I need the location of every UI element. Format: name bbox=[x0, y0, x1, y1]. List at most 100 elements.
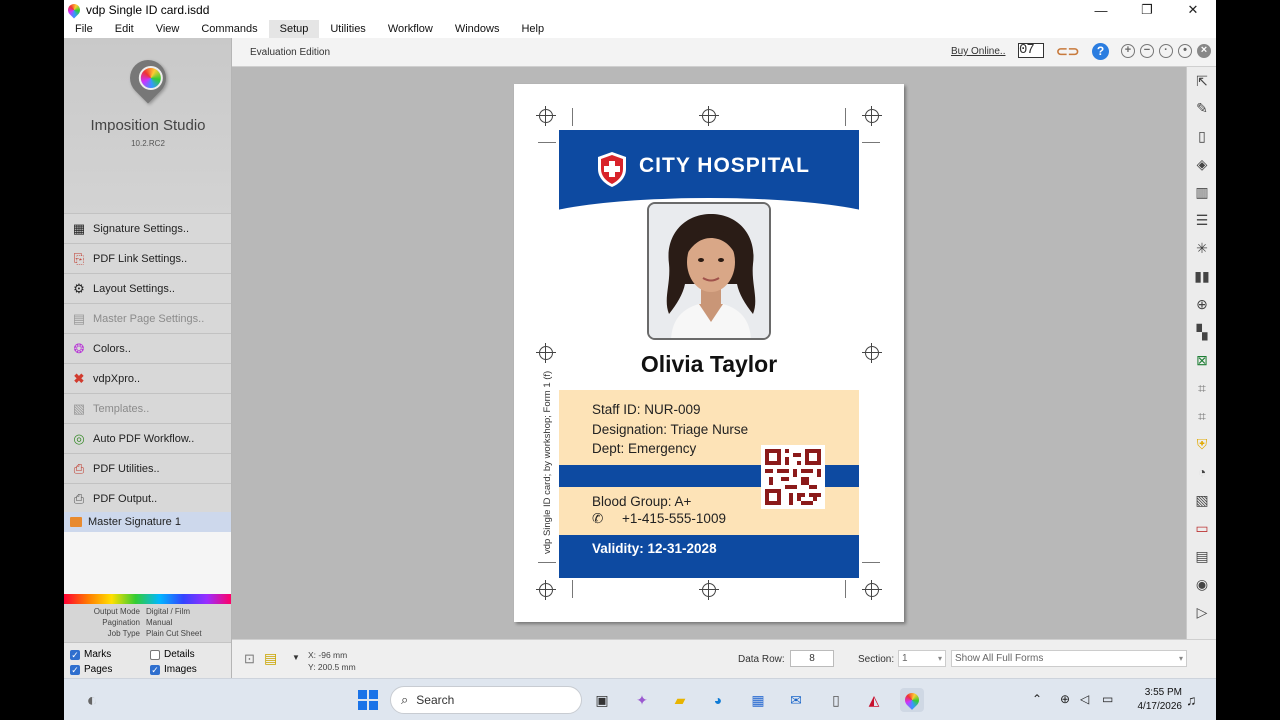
press-sheet: vdp Single ID card; by workshop; Form 1 … bbox=[514, 84, 904, 622]
store-icon[interactable]: ▦ bbox=[746, 688, 770, 712]
menu-setup[interactable]: Setup bbox=[268, 20, 320, 38]
workflow-icon: ◎ bbox=[73, 430, 85, 446]
pdf-output-button[interactable]: ⎙ PDF Output.. bbox=[64, 483, 231, 513]
id-card[interactable]: CITY HOSPITAL Olivia Taylor Staff ID: NU… bbox=[559, 130, 859, 578]
images-checkbox[interactable]: ✓ Images bbox=[150, 664, 197, 675]
minimize-button[interactable]: — bbox=[1078, 3, 1124, 18]
forms-filter-value: Show All Full Forms bbox=[955, 653, 1044, 664]
imposition-studio-taskbar-icon[interactable] bbox=[900, 688, 924, 712]
menu-utilities[interactable]: Utilities bbox=[319, 20, 376, 38]
fit-page-icon[interactable]: · bbox=[1159, 44, 1173, 58]
checkbox-box[interactable]: ✓ bbox=[70, 649, 80, 660]
outlook-icon[interactable]: ✉ bbox=[784, 688, 808, 712]
checkbox-box[interactable]: ✓ bbox=[150, 664, 160, 675]
layers-icon[interactable]: ◈ bbox=[1192, 154, 1212, 174]
image-icon[interactable]: ▧ bbox=[1192, 490, 1212, 510]
vdpxpro-button[interactable]: ✖ vdpXpro.. bbox=[64, 363, 231, 393]
menu-windows[interactable]: Windows bbox=[444, 20, 511, 38]
maximize-button[interactable]: ❐ bbox=[1124, 2, 1170, 18]
buy-online-link[interactable]: Buy Online.. bbox=[951, 46, 1005, 57]
actual-size-icon[interactable]: • bbox=[1178, 44, 1192, 58]
chevron-up-icon[interactable]: ⌃ bbox=[1032, 692, 1042, 706]
info-key: Output Mode bbox=[93, 607, 140, 616]
edge-icon[interactable]: ◕ bbox=[706, 688, 730, 712]
close-view-icon[interactable]: × bbox=[1197, 44, 1211, 58]
hospital-shield-icon bbox=[598, 152, 626, 187]
gauge-icon[interactable]: ◔ bbox=[1192, 462, 1212, 482]
chain-link-icon[interactable]: ⊂⊃ bbox=[1056, 44, 1086, 58]
battery-icon[interactable]: ▭ bbox=[1102, 692, 1113, 706]
registration-icon[interactable]: ⊕ bbox=[1192, 294, 1212, 314]
forms-filter-select[interactable]: Show All Full Forms ▾ bbox=[951, 650, 1187, 667]
play-icon[interactable]: ▷ bbox=[1192, 602, 1212, 622]
crop-mark bbox=[845, 580, 846, 598]
colors-button[interactable]: ❂ Colors.. bbox=[64, 333, 231, 363]
auto-pdf-workflow-button[interactable]: ◎ Auto PDF Workflow.. bbox=[64, 423, 231, 453]
imposition-canvas[interactable]: vdp Single ID card; by workshop; Form 1 … bbox=[232, 67, 1186, 639]
marks-checkbox[interactable]: ✓ Marks bbox=[70, 649, 111, 660]
top-toolbar: Evaluation Edition Buy Online.. 07 ⊂⊃ ? … bbox=[232, 38, 1216, 67]
acrobat-icon[interactable]: ◭ bbox=[862, 688, 886, 712]
notepad-icon[interactable]: ▯ bbox=[824, 688, 848, 712]
shield-icon[interactable]: ⛨ bbox=[1192, 434, 1212, 454]
eye-icon[interactable]: ◉ bbox=[1192, 574, 1212, 594]
page-icon[interactable]: ▯ bbox=[1192, 126, 1212, 146]
select-tool-icon[interactable]: ⇱ bbox=[1192, 71, 1212, 91]
zoom-out-icon[interactable]: − bbox=[1140, 44, 1154, 58]
document-icon[interactable]: ▤ bbox=[1192, 546, 1212, 566]
zoom-in-icon[interactable]: + bbox=[1121, 44, 1135, 58]
menu-workflow[interactable]: Workflow bbox=[377, 20, 444, 38]
clock-time: 3:55 PM bbox=[1144, 687, 1182, 698]
windows-logo-icon bbox=[358, 690, 378, 710]
data-row-input[interactable]: 8 bbox=[790, 650, 834, 667]
master-page-icon: ▤ bbox=[72, 310, 86, 326]
color-bar-icon[interactable]: ▚ bbox=[1192, 322, 1212, 342]
checkbox-box[interactable]: ✓ bbox=[70, 664, 80, 675]
monitor-icon[interactable]: ▭ bbox=[1192, 518, 1212, 538]
volume-icon[interactable]: ◁ bbox=[1080, 692, 1089, 706]
file-explorer-icon[interactable]: ▰ bbox=[668, 688, 692, 712]
notification-bell-icon[interactable]: ♫ bbox=[1186, 692, 1197, 708]
start-icon[interactable] bbox=[356, 688, 380, 712]
menu-edit[interactable]: Edit bbox=[104, 20, 145, 38]
grid-alt-icon[interactable]: ⌗ bbox=[1192, 406, 1212, 426]
layout-settings-button[interactable]: ⚙ Layout Settings.. bbox=[64, 273, 231, 303]
copilot-icon[interactable]: ✦ bbox=[630, 688, 654, 712]
lock-icon[interactable]: ⊡ bbox=[244, 651, 255, 667]
pdf-link-settings-button[interactable]: ⎘ PDF Link Settings.. bbox=[64, 243, 231, 273]
master-signature-item[interactable]: Master Signature 1 bbox=[64, 512, 231, 532]
menu-commands[interactable]: Commands bbox=[190, 20, 268, 38]
section-label: Section: bbox=[858, 654, 895, 665]
section-select[interactable]: 1 ▾ bbox=[898, 650, 946, 667]
checkbox-box[interactable] bbox=[150, 649, 160, 660]
grid-icon[interactable]: ⌗ bbox=[1192, 378, 1212, 398]
close-button[interactable]: ✕ bbox=[1170, 2, 1216, 18]
excel-icon[interactable]: ⊠ bbox=[1192, 350, 1212, 370]
widgets-icon[interactable]: ◐ bbox=[80, 688, 104, 712]
pages-checkbox[interactable]: ✓ Pages bbox=[70, 664, 112, 675]
templates-button[interactable]: ▧ Templates.. bbox=[64, 393, 231, 423]
edit-page-icon[interactable]: ✎ bbox=[1192, 98, 1212, 118]
menu-view[interactable]: View bbox=[145, 20, 191, 38]
details-checkbox[interactable]: Details bbox=[150, 649, 195, 660]
sliders-icon[interactable]: ☰ bbox=[1192, 210, 1212, 230]
pdf-utilities-button[interactable]: ⎙ PDF Utilities.. bbox=[64, 453, 231, 483]
menu-help[interactable]: Help bbox=[510, 20, 555, 38]
chart-icon[interactable]: ▥ bbox=[1192, 182, 1212, 202]
dropdown-arrow-icon[interactable]: ▼ bbox=[292, 653, 300, 662]
spread-icon[interactable]: ✳ bbox=[1192, 238, 1212, 258]
signature-icon: ▦ bbox=[72, 220, 86, 236]
clock[interactable]: 3:55 PM 4/17/2026 bbox=[1126, 686, 1183, 714]
task-view-icon[interactable]: ▣ bbox=[590, 688, 614, 712]
taskbar-search[interactable]: ⌕ Search bbox=[390, 686, 582, 714]
language-icon[interactable]: ⊕ bbox=[1060, 692, 1070, 706]
help-icon[interactable]: ? bbox=[1092, 43, 1109, 60]
sidebar-item-label: PDF Utilities.. bbox=[93, 462, 160, 475]
menu-file[interactable]: File bbox=[64, 20, 104, 38]
registration-mark bbox=[862, 106, 882, 126]
master-page-settings-button[interactable]: ▤ Master Page Settings.. bbox=[64, 303, 231, 333]
barcode-icon[interactable]: ▮▮ bbox=[1192, 266, 1212, 286]
notes-icon[interactable]: ▤ bbox=[264, 650, 277, 667]
printer-icon: ⎙ bbox=[73, 490, 85, 506]
signature-settings-button[interactable]: ▦ Signature Settings.. bbox=[64, 213, 231, 243]
